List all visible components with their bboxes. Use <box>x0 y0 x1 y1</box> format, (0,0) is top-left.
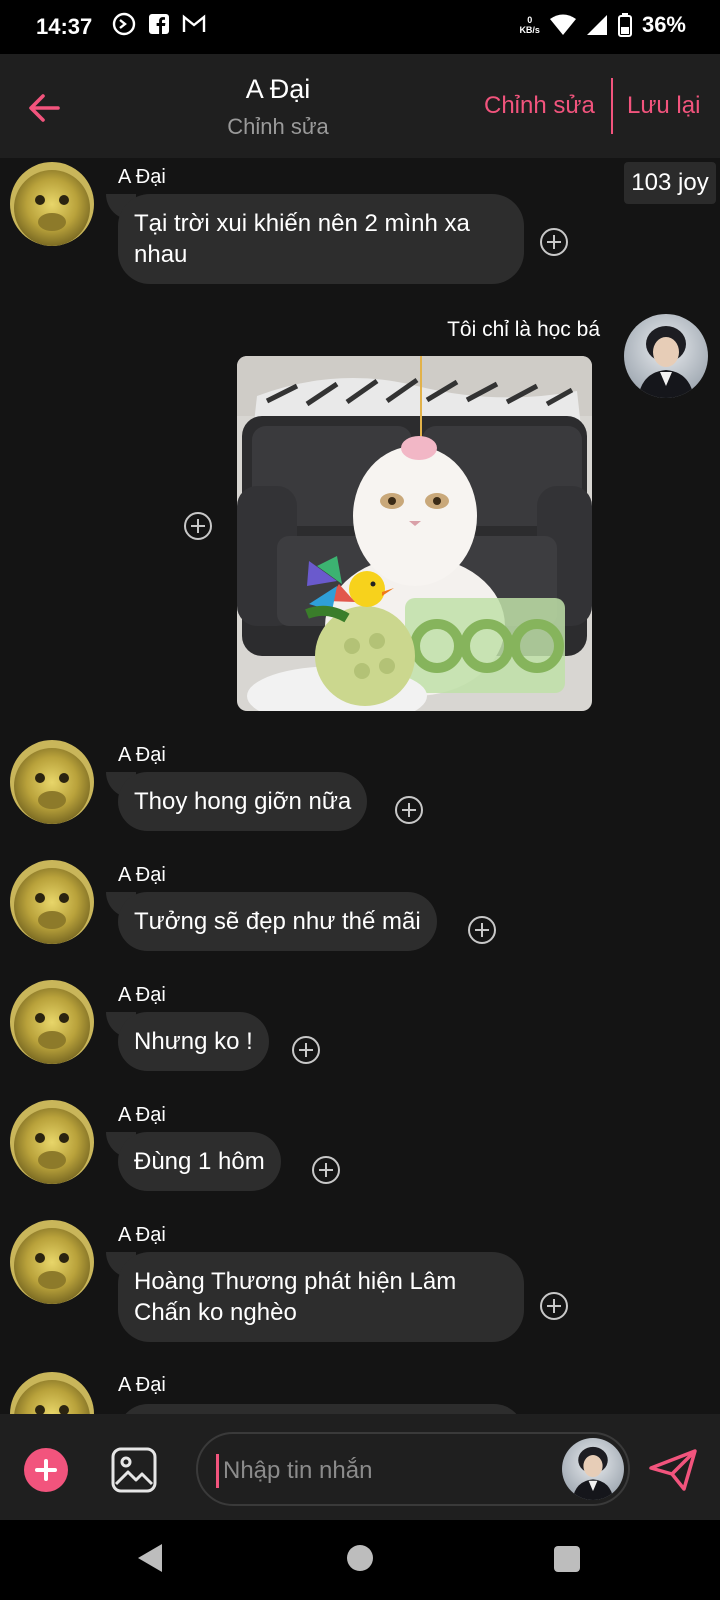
add-attachment-button[interactable] <box>24 1448 68 1492</box>
system-navigation-bar <box>0 1520 720 1600</box>
image-icon[interactable] <box>110 1446 158 1494</box>
sender-avatar[interactable] <box>10 162 94 246</box>
nav-recents-icon[interactable] <box>554 1546 580 1572</box>
message-action-icon[interactable] <box>540 1292 568 1320</box>
sender-avatar[interactable] <box>10 1220 94 1304</box>
sender-avatar[interactable] <box>10 860 94 944</box>
facebook-icon <box>149 14 169 34</box>
message-input[interactable] <box>216 1454 545 1488</box>
my-name: Tôi chỉ là học bá <box>447 318 600 341</box>
sender-name: A Đại <box>118 744 166 766</box>
message-list[interactable]: 103 joy A Đại Tại trời xui khiến nên 2 m… <box>0 158 720 1414</box>
message-action-icon[interactable] <box>540 228 568 256</box>
message-bubble[interactable]: Đùng 1 hôm <box>118 1132 281 1191</box>
save-button[interactable]: Lưu lại <box>627 92 700 120</box>
cat-photo-image <box>237 356 592 711</box>
message-action-icon[interactable] <box>292 1036 320 1064</box>
sender-name: A Đại <box>118 166 166 188</box>
joy-badge: 103 joy <box>624 162 716 204</box>
gmail-icon <box>182 14 206 32</box>
status-system-icons: 0 KB/s 36% <box>519 12 686 38</box>
sender-name: A Đại <box>118 1374 166 1396</box>
status-time: 14:37 <box>36 14 93 39</box>
message-action-icon[interactable] <box>184 512 212 540</box>
edit-button[interactable]: Chỉnh sửa <box>484 92 595 120</box>
chat-header: A Đại Chỉnh sửa Chỉnh sửa Lưu lại <box>0 54 720 158</box>
battery-icon <box>617 13 632 37</box>
sender-name: A Đại <box>118 1224 166 1246</box>
sender-avatar[interactable] <box>10 1100 94 1184</box>
battery-level: 36% <box>641 12 686 37</box>
message-bubble[interactable]: Tại trời xui khiến nên 2 mình xa nhau <box>118 194 524 284</box>
sender-avatar[interactable] <box>10 980 94 1064</box>
message-action-icon[interactable] <box>312 1156 340 1184</box>
message-bubble[interactable]: Hoàng Thương phát hiện Lâm Chấn ko nghèo <box>118 1252 524 1342</box>
sender-name: A Đại <box>118 864 166 886</box>
message-action-icon[interactable] <box>395 796 423 824</box>
status-notification-icons <box>112 12 206 36</box>
message-composer <box>0 1414 720 1520</box>
message-bubble[interactable]: Tưởng sẽ đẹp như thế mãi <box>118 892 437 951</box>
message-bubble[interactable]: Nhưng ko ! <box>118 1012 269 1071</box>
message-photo[interactable] <box>237 356 592 711</box>
nav-home-icon[interactable] <box>347 1545 373 1571</box>
input-avatar[interactable] <box>562 1438 624 1500</box>
wifi-icon <box>549 14 576 35</box>
header-divider <box>611 78 613 134</box>
network-speed: 0 KB/s <box>519 15 540 35</box>
signal-icon <box>586 15 607 35</box>
sender-avatar[interactable] <box>10 1372 94 1414</box>
send-icon[interactable] <box>648 1448 698 1492</box>
sync-icon <box>112 12 136 36</box>
message-bubble[interactable]: Thoy hong giỡn nữa <box>118 772 368 831</box>
message-action-icon[interactable] <box>468 916 496 944</box>
sender-name: A Đại <box>118 984 166 1006</box>
chat-subtitle: Chỉnh sửa <box>227 114 329 139</box>
chat-title: A Đại <box>245 74 311 104</box>
sender-name: A Đại <box>118 1104 166 1126</box>
message-bubble[interactable] <box>118 1404 524 1414</box>
my-avatar[interactable] <box>624 314 708 398</box>
nav-back-icon[interactable] <box>136 1542 164 1574</box>
message-input-container <box>196 1432 630 1506</box>
status-bar: 14:37 0 KB/s 36% <box>0 0 720 54</box>
sender-avatar[interactable] <box>10 740 94 824</box>
